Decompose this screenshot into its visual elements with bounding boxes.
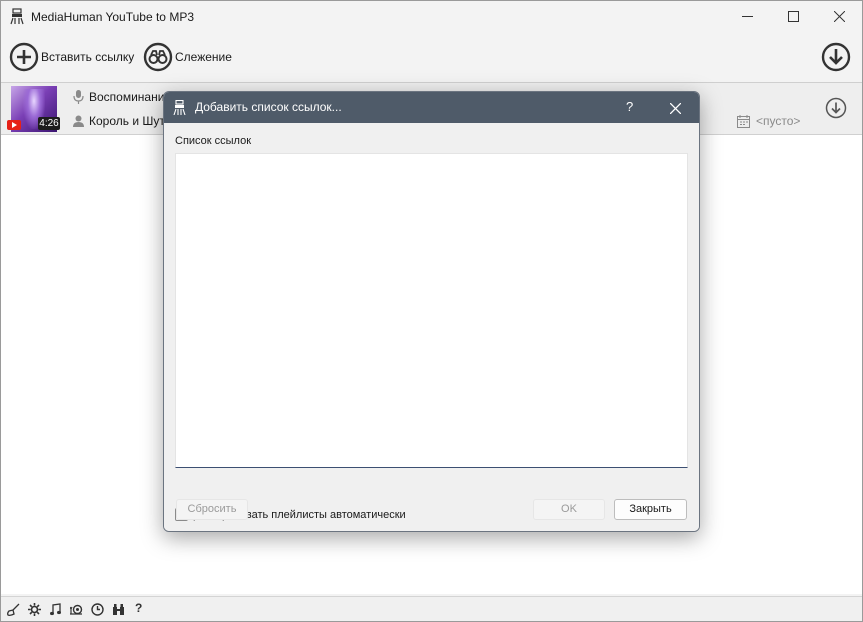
- tracking-button[interactable]: Слежение: [143, 40, 232, 74]
- broom-icon[interactable]: [7, 603, 20, 616]
- gear-icon[interactable]: [28, 603, 41, 616]
- paste-link-button[interactable]: Вставить ссылку: [9, 40, 134, 74]
- youtube-icon: [7, 120, 21, 130]
- download-all-button[interactable]: [821, 40, 851, 74]
- add-links-dialog: Добавить список ссылок... ? Список ссыло…: [163, 91, 700, 532]
- close-button[interactable]: Закрыть: [614, 499, 687, 520]
- dialog-close-button[interactable]: [664, 97, 686, 119]
- minimize-button[interactable]: [724, 1, 770, 32]
- person-icon: [73, 115, 84, 127]
- track-duration: 4:26: [38, 117, 60, 130]
- plus-circle-icon: [9, 42, 39, 72]
- maximize-icon: [787, 11, 799, 22]
- binoculars-icon: [143, 42, 173, 72]
- title-bar[interactable]: MediaHuman YouTube to MP3: [1, 1, 862, 32]
- album-placeholder: <пусто>: [756, 114, 801, 128]
- track-artist-field[interactable]: Король и Шут: [73, 114, 165, 128]
- help-icon[interactable]: ?: [135, 601, 148, 615]
- track-artist: Король и Шут: [89, 114, 165, 128]
- mediahuman-icon: [173, 100, 186, 115]
- dialog-body: Список ссылок разворачивать плейлисты ав…: [164, 123, 699, 531]
- status-bar: ?: [1, 596, 862, 621]
- clock-icon[interactable]: [91, 603, 104, 616]
- track-title: Воспоминания: [89, 90, 171, 104]
- snail-icon[interactable]: [70, 603, 83, 616]
- mediahuman-icon: [10, 8, 24, 25]
- toolbar: Вставить ссылку Слежение: [1, 34, 862, 80]
- dialog-title-bar[interactable]: Добавить список ссылок... ?: [164, 92, 699, 123]
- close-window-button[interactable]: [816, 1, 862, 32]
- ok-button[interactable]: OK: [533, 499, 605, 520]
- download-circle-icon: [821, 42, 851, 72]
- links-textarea[interactable]: [175, 153, 688, 468]
- dialog-title: Добавить список ссылок...: [195, 100, 342, 114]
- maximize-button[interactable]: [770, 1, 816, 32]
- minimize-icon: [741, 16, 753, 17]
- tracking-label: Слежение: [175, 50, 232, 64]
- album-field[interactable]: <пусто>: [737, 114, 800, 128]
- track-title-field[interactable]: Воспоминания: [73, 90, 171, 104]
- calendar-icon: [737, 114, 750, 128]
- window-title: MediaHuman YouTube to MP3: [31, 10, 194, 24]
- paste-link-label: Вставить ссылку: [41, 50, 135, 64]
- links-list-label: Список ссылок: [175, 135, 252, 147]
- download-track-icon[interactable]: [825, 97, 847, 119]
- microphone-icon: [73, 90, 84, 104]
- reset-button[interactable]: Сбросить: [176, 499, 248, 520]
- music-note-icon[interactable]: [49, 603, 62, 616]
- dialog-help-button[interactable]: ?: [626, 99, 633, 114]
- binoculars-icon[interactable]: [112, 603, 125, 616]
- close-icon: [833, 11, 845, 22]
- close-icon: [669, 102, 681, 114]
